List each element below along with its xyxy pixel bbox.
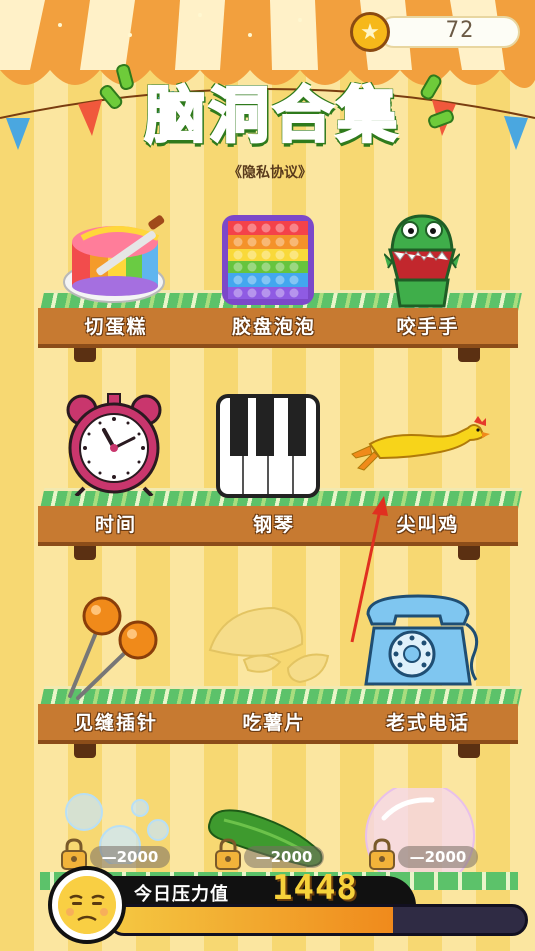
game-title: 脑洞合集 [144, 80, 401, 153]
game-label-phone[interactable]: 老式电话 [358, 708, 498, 735]
crocodile-icon[interactable] [384, 210, 460, 310]
unlock-cost: —2000 [244, 846, 324, 868]
game-label-chips[interactable]: 吃薯片 [204, 708, 344, 735]
game-label-clock[interactable]: 时间 [46, 510, 186, 537]
game-label-croc[interactable]: 咬手手 [358, 312, 498, 339]
pin-needles-icon[interactable] [64, 596, 164, 700]
stress-bar-fill [111, 907, 393, 933]
pointer-arrow-icon [350, 496, 388, 643]
annoyed-face-icon [48, 866, 126, 944]
piano-keys-icon[interactable] [216, 394, 320, 498]
game-label-cake[interactable]: 切蛋糕 [46, 312, 186, 339]
privacy-link[interactable]: 《隐私协议》 [215, 162, 325, 182]
rubber-chicken-icon[interactable] [350, 414, 490, 478]
potato-chips-icon[interactable] [204, 604, 334, 688]
alarm-clock-icon[interactable] [62, 392, 166, 496]
unlock-cost: —2000 [90, 846, 170, 868]
cake-icon[interactable] [62, 212, 170, 308]
star-coin-icon: ★ [350, 12, 390, 52]
game-label-piano[interactable]: 钢琴 [204, 510, 344, 537]
stress-label: 今日压力值 [134, 884, 229, 905]
pop-it-icon[interactable] [220, 213, 316, 307]
stress-bar [108, 904, 528, 936]
unlock-cost: —2000 [398, 846, 478, 868]
coin-counter: ★ 72 [350, 12, 522, 52]
game-label-needle[interactable]: 见缝插针 [46, 708, 186, 735]
coin-value: 72 [445, 18, 475, 43]
stress-meter: 今日压力值 1448 [48, 866, 528, 951]
stress-value: 1448 [272, 868, 358, 908]
game-label-pop-it[interactable]: 胶盘泡泡 [204, 312, 344, 339]
